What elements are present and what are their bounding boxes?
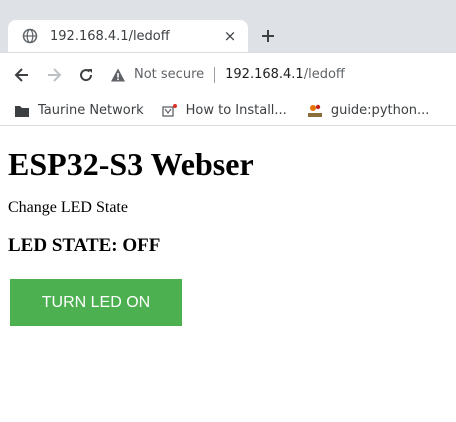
warning-icon[interactable]	[110, 67, 126, 83]
browser-tab[interactable]: 192.168.4.1/ledoff ×	[8, 20, 248, 52]
bookmark-guide-python[interactable]: guide:python...	[307, 103, 430, 119]
turn-led-on-button[interactable]: TURN LED ON	[10, 278, 182, 326]
page-content: ESP32-S3 Webser Change LED State LED STA…	[0, 146, 456, 326]
url-path: /ledoff	[303, 67, 345, 82]
reload-icon	[80, 68, 93, 81]
chpc-favicon-icon	[307, 103, 323, 119]
address-bar[interactable]: Not secure 192.168.4.1/ledoff	[110, 60, 456, 90]
forward-button[interactable]	[40, 61, 68, 89]
back-button[interactable]	[8, 61, 36, 89]
url-host: 192.168.4.1	[225, 67, 304, 82]
browser-window: 192.168.4.1/ledoff × Not secure 192.168.…	[0, 0, 456, 126]
address-toolbar: Not secure 192.168.4.1/ledoff	[0, 53, 456, 96]
folder-icon	[14, 103, 30, 119]
bookmark-label: guide:python...	[330, 103, 430, 118]
new-tab-button[interactable]	[256, 24, 280, 48]
page-subtitle: Change LED State	[8, 198, 128, 216]
bookmark-taurine-network[interactable]: Taurine Network	[14, 103, 144, 119]
favicon-icon	[161, 103, 178, 119]
close-tab-icon[interactable]: ×	[220, 26, 240, 46]
tab-title: 192.168.4.1/ledoff	[50, 28, 170, 44]
bookmarks-bar: Taurine Network How to Install... guide:…	[0, 96, 456, 126]
plus-icon	[262, 30, 274, 42]
bookmark-label: Taurine Network	[38, 103, 144, 118]
globe-icon	[22, 28, 38, 44]
back-arrow-icon	[14, 67, 28, 82]
page-heading: ESP32-S3 Webser	[8, 146, 254, 182]
led-state-label: LED STATE: OFF	[8, 234, 161, 256]
reload-button[interactable]	[72, 61, 100, 89]
forward-arrow-icon	[48, 67, 62, 82]
bookmark-how-to-install[interactable]: How to Install...	[161, 103, 287, 119]
security-label[interactable]: Not secure	[134, 67, 204, 82]
bookmark-label: How to Install...	[185, 103, 287, 118]
address-divider	[214, 66, 216, 83]
tab-strip: 192.168.4.1/ledoff ×	[0, 0, 456, 53]
